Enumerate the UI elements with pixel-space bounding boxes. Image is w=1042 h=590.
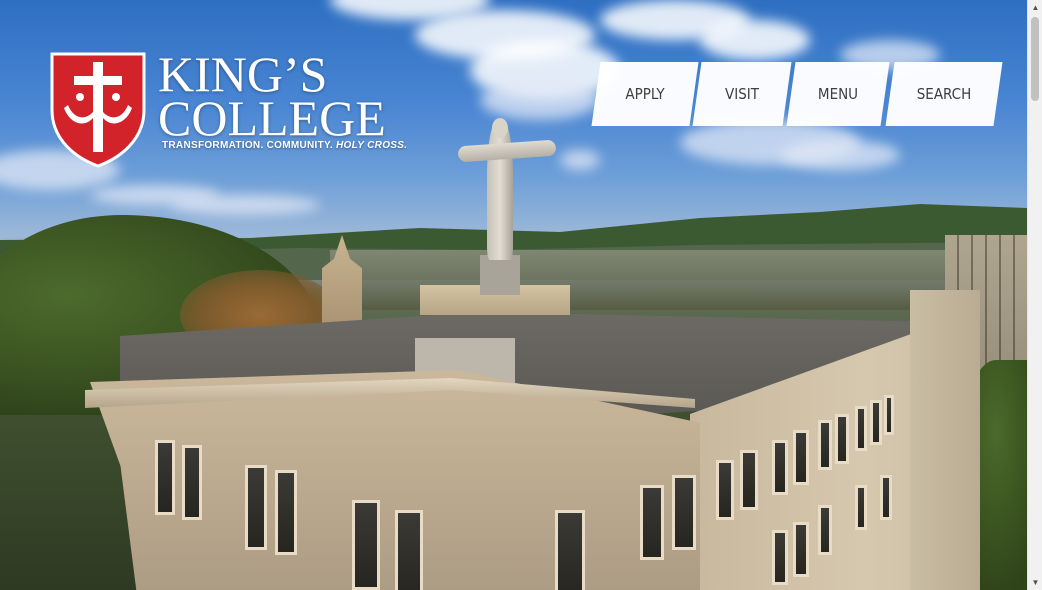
window <box>716 460 734 520</box>
window <box>835 414 849 464</box>
window <box>740 450 758 510</box>
scroll-thumb[interactable] <box>1031 17 1039 101</box>
search-button[interactable]: SEARCH <box>885 62 1003 126</box>
menu-button[interactable]: MENU <box>786 62 890 126</box>
window <box>818 505 832 555</box>
window <box>182 445 202 520</box>
window <box>772 530 788 585</box>
apply-button[interactable]: APPLY <box>591 62 699 126</box>
scroll-up-arrow-icon[interactable]: ▲ <box>1028 0 1042 15</box>
window <box>395 510 423 590</box>
top-nav: APPLY VISIT MENU SEARCH <box>0 62 1027 126</box>
window <box>555 510 585 590</box>
tagline-emphasis: HOLY CROSS. <box>336 140 408 151</box>
window <box>855 485 867 530</box>
window <box>884 395 894 435</box>
apply-label: APPLY <box>625 85 665 103</box>
window <box>793 522 809 577</box>
statue <box>487 120 513 260</box>
statue-base <box>480 255 520 295</box>
cloud <box>560 150 600 170</box>
window <box>275 470 297 555</box>
window <box>793 430 809 485</box>
building-pillar <box>910 290 980 590</box>
scroll-down-arrow-icon[interactable]: ▼ <box>1028 575 1042 590</box>
page-scrollbar[interactable]: ▲ ▼ <box>1027 0 1042 590</box>
visit-label: VISIT <box>725 85 759 103</box>
window <box>155 440 175 515</box>
window <box>855 406 867 451</box>
search-label: SEARCH <box>916 85 972 103</box>
college-tagline: TRANSFORMATION. COMMUNITY. HOLY CROSS. <box>162 140 407 151</box>
visit-button[interactable]: VISIT <box>692 62 792 126</box>
window <box>672 475 696 550</box>
window <box>640 485 664 560</box>
cloud <box>780 140 900 170</box>
window <box>772 440 788 495</box>
window <box>880 475 892 520</box>
window <box>870 400 882 445</box>
window <box>245 465 267 550</box>
hero-background: KING’S COLLEGE TRANSFORMATION. COMMUNITY… <box>0 0 1027 590</box>
statue-arms <box>457 139 557 163</box>
window <box>818 420 832 470</box>
window <box>352 500 380 590</box>
tagline-main: TRANSFORMATION. COMMUNITY. <box>162 140 337 151</box>
menu-label: MENU <box>817 85 859 103</box>
cloud <box>700 20 810 60</box>
